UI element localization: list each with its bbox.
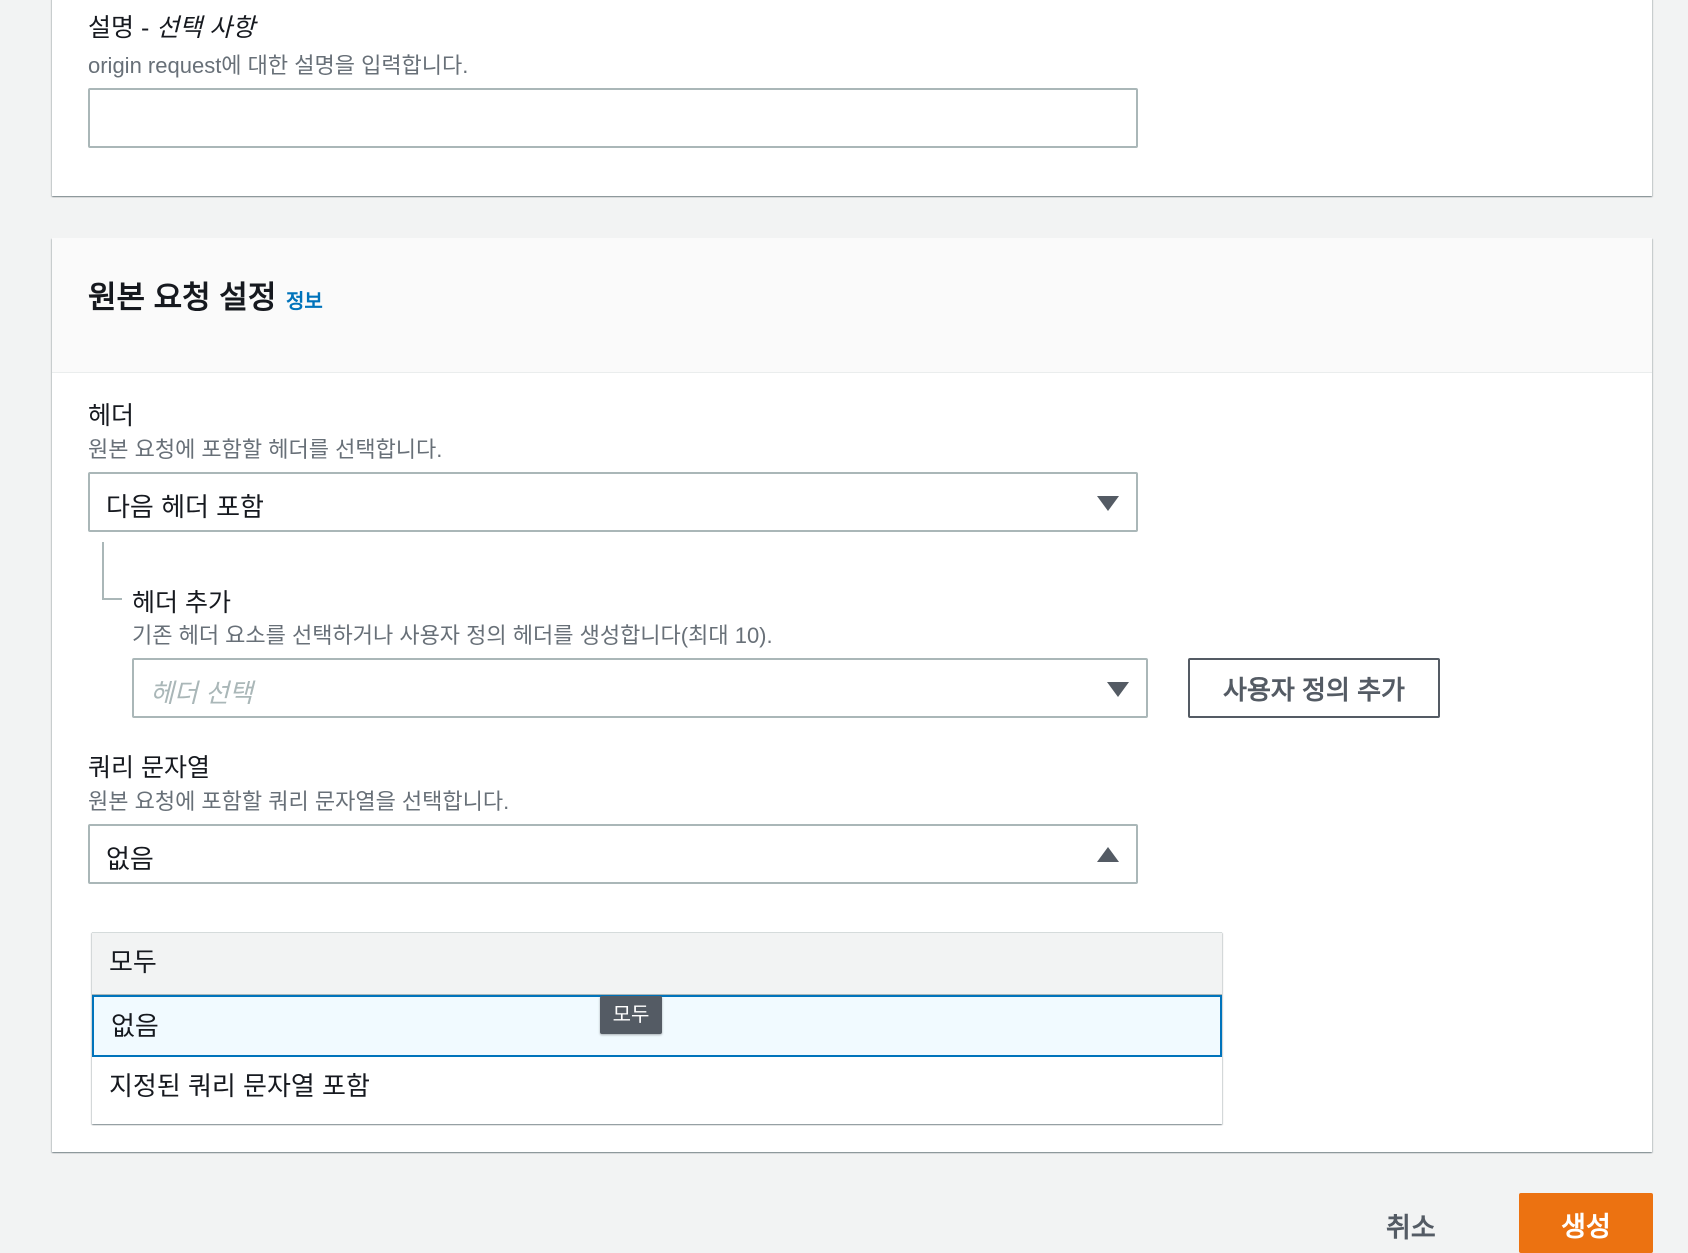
- chevron-down-icon: [1107, 682, 1129, 697]
- header-select-input[interactable]: 헤더 선택: [132, 658, 1148, 718]
- query-strings-select-value: 없음: [106, 844, 154, 874]
- headers-label: 헤더: [88, 402, 135, 430]
- description-label: 설명 - 선택 사항: [88, 8, 255, 44]
- cancel-button[interactable]: 취소: [1386, 1206, 1436, 1245]
- add-headers-help: 기존 헤더 요소를 선택하거나 사용자 정의 헤더를 생성합니다(최대 10).: [132, 623, 773, 648]
- add-custom-header-button[interactable]: 사용자 정의 추가: [1188, 658, 1440, 718]
- section-title: 원본 요청 설정: [88, 280, 277, 315]
- option-all[interactable]: 모두: [92, 933, 1222, 995]
- chevron-up-icon: [1097, 847, 1119, 862]
- info-link[interactable]: 정보: [286, 285, 323, 314]
- add-headers-label: 헤더 추가: [132, 589, 231, 617]
- tooltip: 모두: [600, 996, 662, 1034]
- description-input[interactable]: [88, 88, 1138, 148]
- create-button[interactable]: 생성: [1519, 1193, 1653, 1253]
- headers-select[interactable]: 다음 헤더 포함: [88, 472, 1138, 532]
- option-whitelist[interactable]: 지정된 쿼리 문자열 포함: [92, 1057, 1222, 1119]
- description-label-optional: 선택 사항: [156, 14, 256, 42]
- description-label-main: 설명 -: [88, 14, 157, 42]
- description-panel: 설명 - 선택 사항 origin request에 대한 설명을 입력합니다.: [52, 0, 1652, 196]
- query-strings-help: 원본 요청에 포함할 쿼리 문자열을 선택합니다.: [88, 789, 510, 814]
- panel-header: 원본 요청 설정 정보: [52, 238, 1652, 373]
- headers-select-value: 다음 헤더 포함: [106, 492, 264, 522]
- description-help: origin request에 대한 설명을 입력합니다.: [88, 53, 469, 78]
- headers-help: 원본 요청에 포함할 헤더를 선택합니다.: [88, 437, 443, 462]
- header-select-placeholder: 헤더 선택: [150, 678, 253, 708]
- query-strings-select[interactable]: 없음: [88, 824, 1138, 884]
- nested-connector: [102, 542, 122, 600]
- chevron-down-icon: [1097, 496, 1119, 511]
- query-strings-label: 쿼리 문자열: [88, 754, 210, 782]
